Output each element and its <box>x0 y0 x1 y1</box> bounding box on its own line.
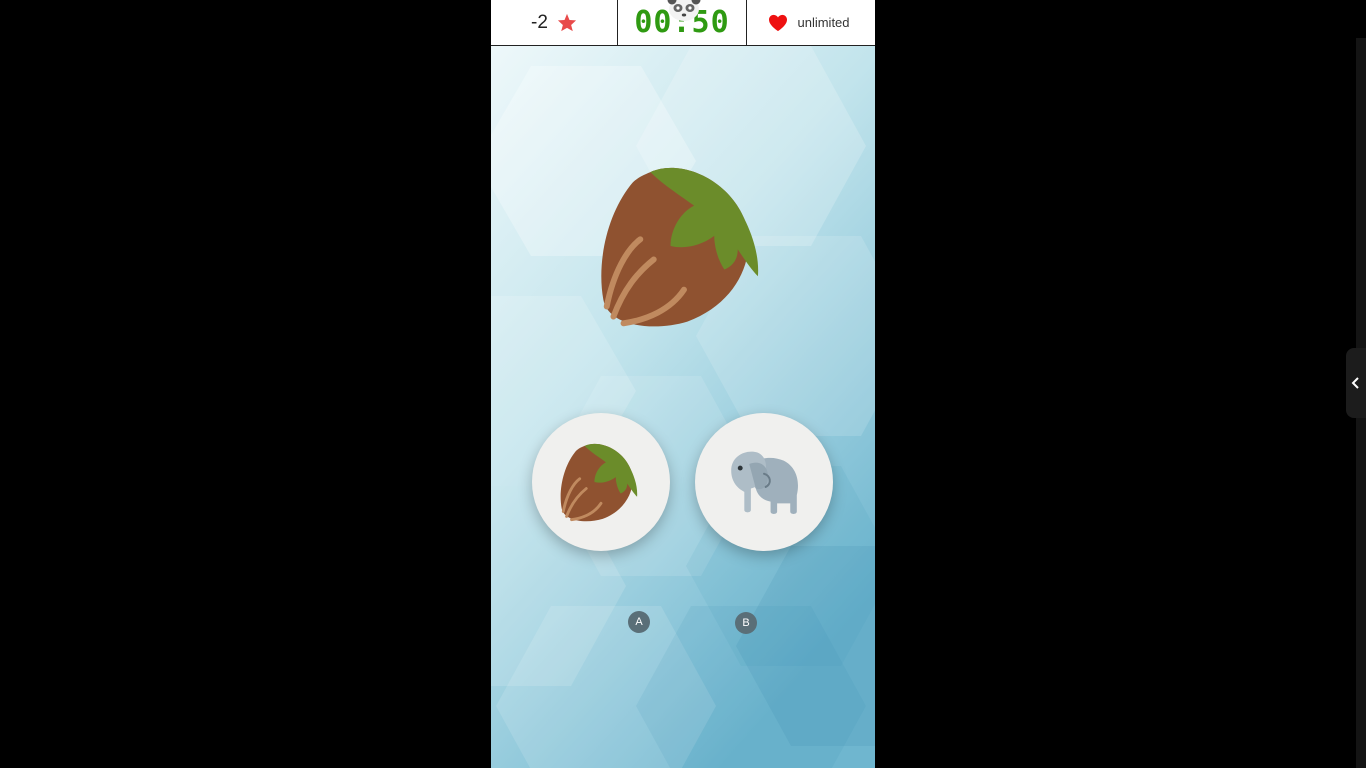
score-panel: -2 <box>491 0 618 45</box>
lives-panel: unlimited <box>747 0 875 45</box>
heart-icon <box>769 14 788 31</box>
hexagon-background <box>491 46 875 768</box>
key-hint-b: B <box>735 612 757 634</box>
hazelnut-icon <box>601 167 759 327</box>
elephant-icon <box>731 451 798 514</box>
star-icon <box>557 13 577 32</box>
answer-option-a[interactable] <box>532 413 670 551</box>
score-value: -2 <box>531 11 548 33</box>
timer-panel: 00:50 <box>618 0 747 45</box>
key-hint-a: A <box>628 611 650 633</box>
panda-icon <box>667 0 701 21</box>
answer-option-b[interactable] <box>695 413 833 551</box>
lives-value: unlimited <box>797 15 850 30</box>
status-bar: -2 00:50 unlimited <box>491 0 875 46</box>
game-area: -2 00:50 unlimited A B <box>491 0 875 768</box>
side-panel-toggle[interactable] <box>1346 348 1366 418</box>
chevron-left-icon <box>1351 377 1359 389</box>
hazelnut-icon <box>560 443 638 522</box>
